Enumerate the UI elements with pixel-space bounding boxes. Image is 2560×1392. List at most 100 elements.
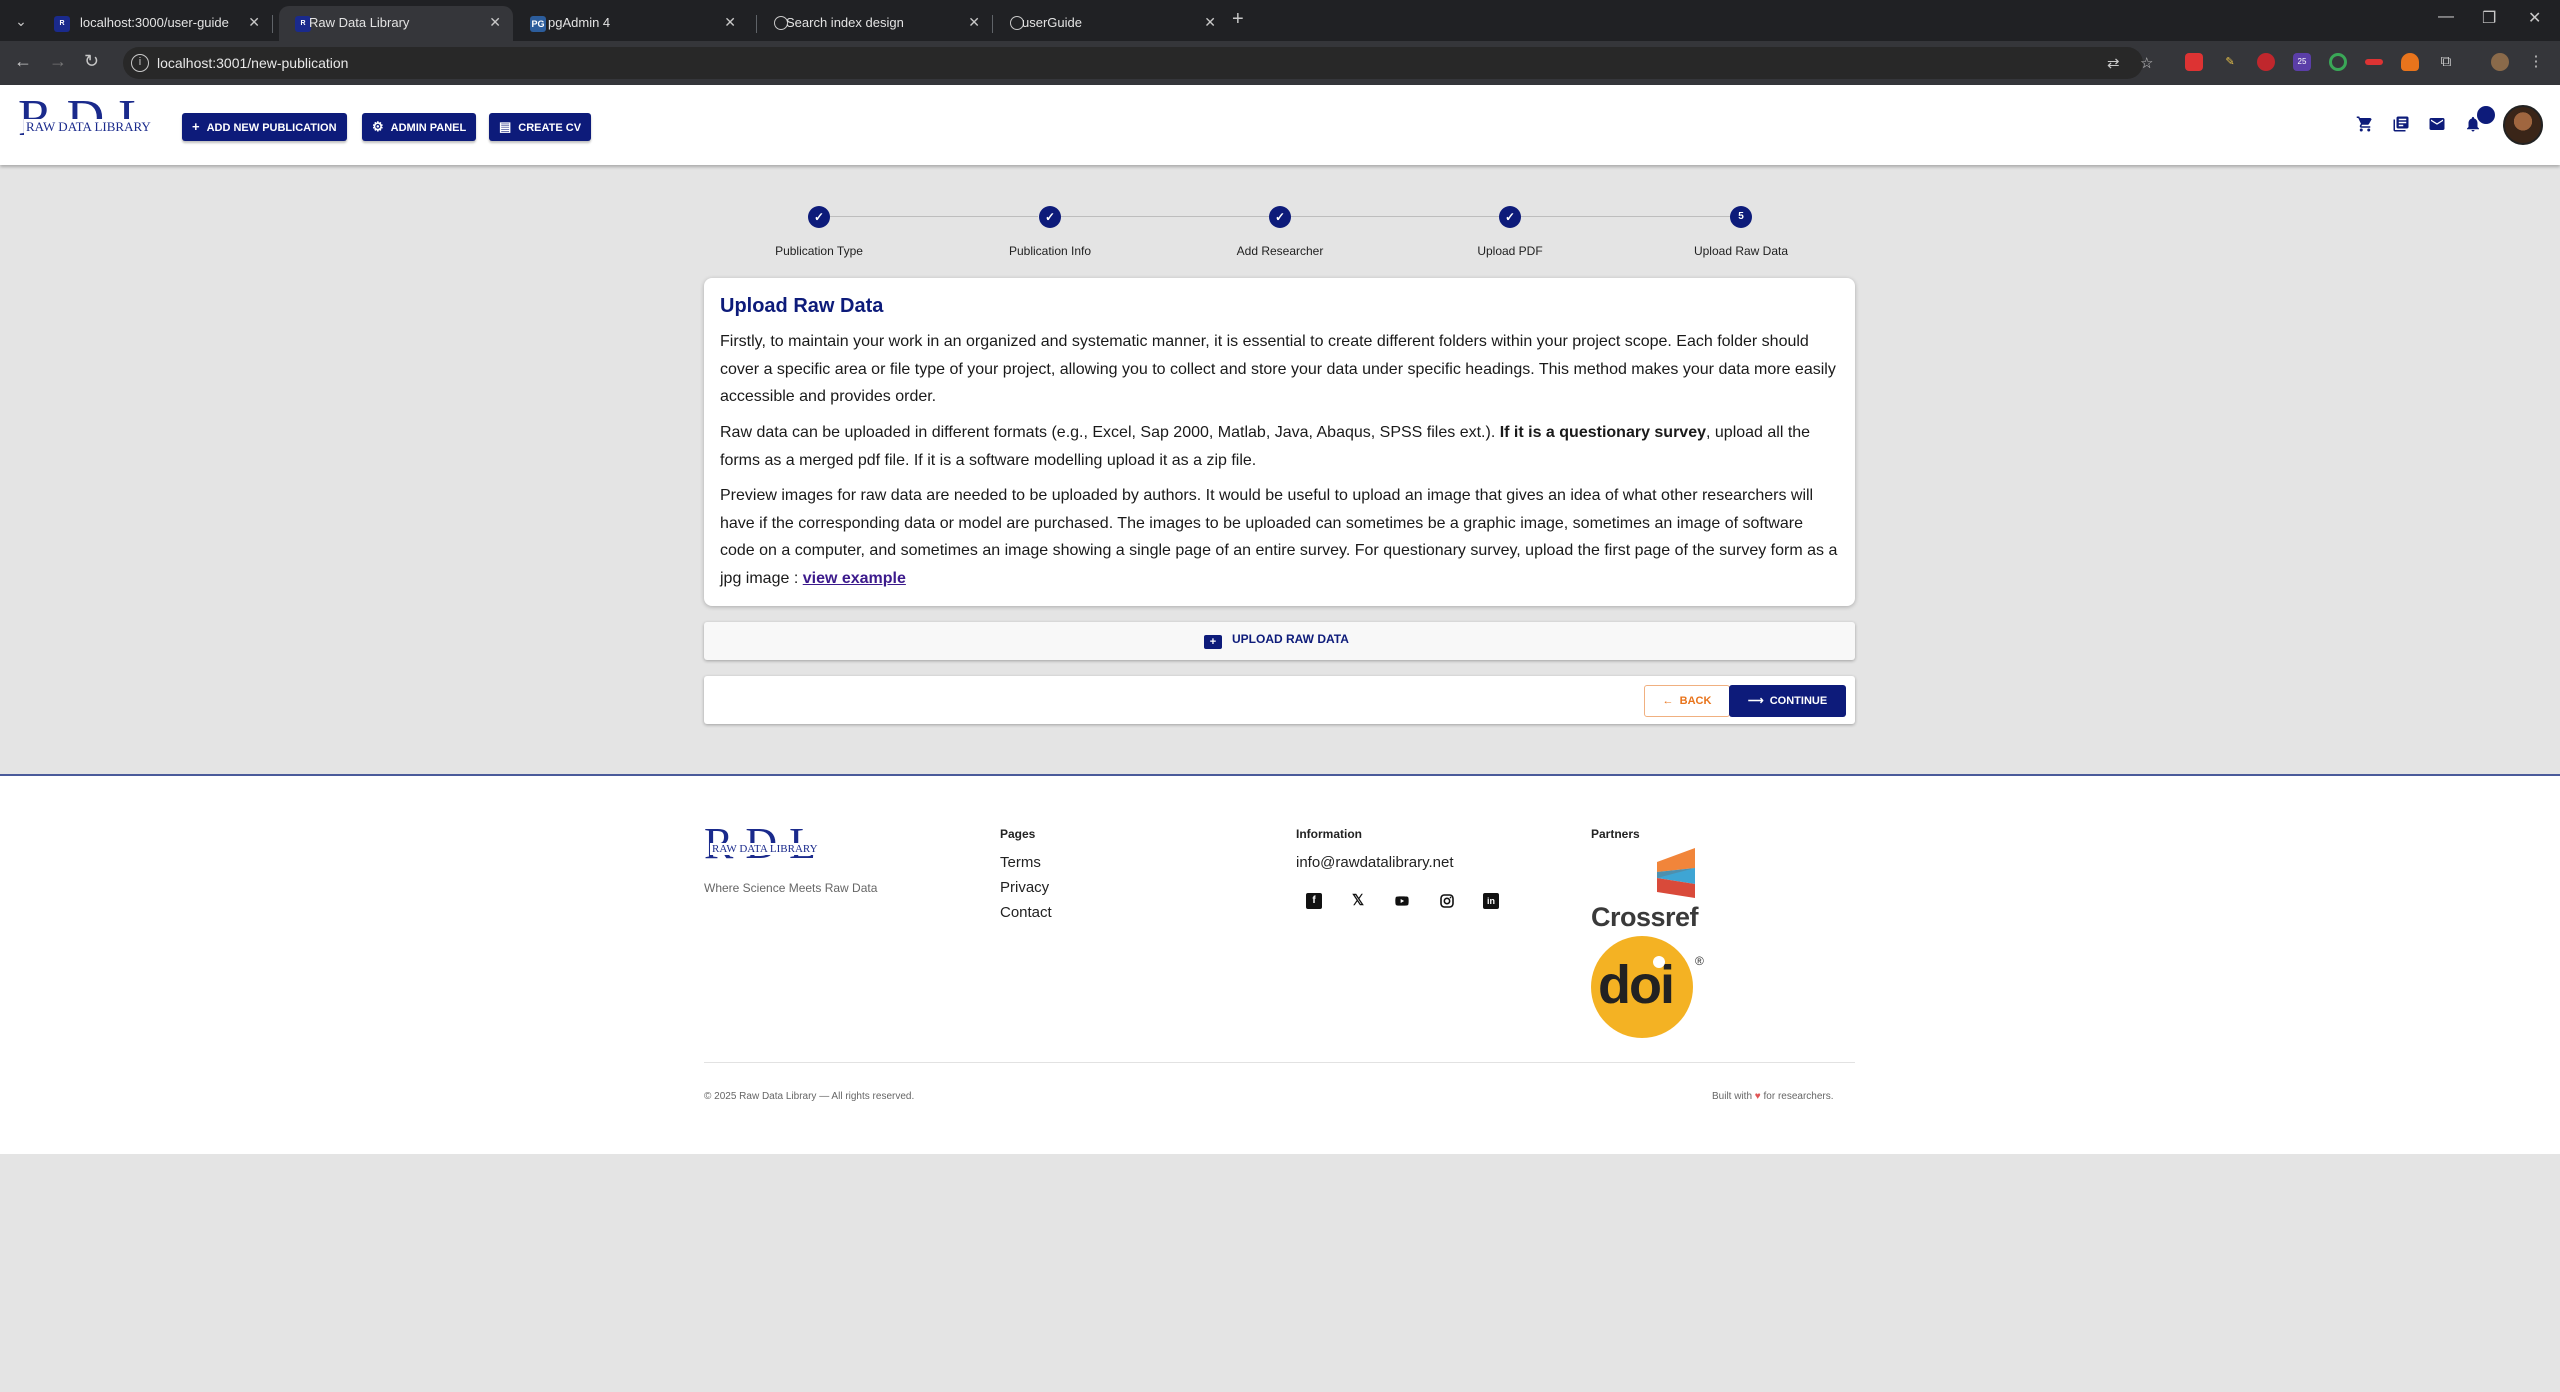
upload-raw-data-button[interactable]: + UPLOAD RAW DATA bbox=[704, 622, 1855, 660]
folder-upload-icon: + bbox=[1204, 635, 1222, 649]
tab-separator bbox=[756, 15, 757, 33]
linkedin-icon[interactable]: in bbox=[1483, 893, 1499, 909]
crossref-logo[interactable]: Crossref bbox=[1591, 848, 1715, 932]
extension-shield-icon[interactable] bbox=[2257, 53, 2275, 71]
built-with-suffix: for researchers. bbox=[1763, 1091, 1834, 1102]
extension-ring-icon[interactable] bbox=[2329, 53, 2347, 71]
user-avatar[interactable] bbox=[2503, 105, 2543, 145]
built-with-text: Built with ♥ for researchers. bbox=[1712, 1091, 1834, 1102]
close-tab-icon[interactable]: ✕ bbox=[248, 14, 260, 31]
browser-tab[interactable]: userGuide ✕ bbox=[994, 6, 1228, 41]
profile-avatar-icon[interactable] bbox=[2491, 53, 2509, 71]
step-check-icon: ✓ bbox=[1499, 206, 1521, 228]
instruction-paragraph-preview: Preview images for raw data are needed t… bbox=[720, 482, 1840, 592]
minimize-icon[interactable]: — bbox=[2438, 8, 2454, 26]
forward-arrow-icon[interactable]: → bbox=[49, 51, 67, 72]
footer-link-contact[interactable]: Contact bbox=[1000, 904, 1052, 921]
extension-badge-icon[interactable]: 25 bbox=[2293, 53, 2311, 71]
registered-mark-icon: ® bbox=[1695, 954, 1704, 968]
paragraph-bold-text: If it is a questionary survey bbox=[1499, 424, 1706, 441]
tab-separator bbox=[272, 15, 273, 33]
browser-menu-icon[interactable]: ⋮ bbox=[2527, 53, 2545, 71]
logo-text: RAW DATA LIBRARY bbox=[24, 119, 153, 135]
tab-title: pgAdmin 4 bbox=[548, 15, 611, 30]
close-tab-icon[interactable]: ✕ bbox=[1204, 14, 1216, 31]
admin-gear-icon: ⚙ bbox=[372, 119, 384, 134]
footer-logo[interactable]: RDL RAW DATA LIBRARY bbox=[704, 822, 834, 870]
doi-logo[interactable]: doi ® bbox=[1591, 936, 1704, 1038]
notification-badge bbox=[2477, 106, 2495, 124]
button-label: CONTINUE bbox=[1769, 695, 1828, 707]
plus-icon: + bbox=[192, 119, 200, 134]
step-label: Add Researcher bbox=[1236, 244, 1324, 258]
step-label: Upload PDF bbox=[1477, 244, 1543, 258]
arrow-right-icon: ⟶ bbox=[1747, 695, 1764, 707]
crossref-wordmark: Crossref bbox=[1591, 902, 1699, 932]
tab-title: userGuide bbox=[1022, 15, 1082, 30]
close-window-icon[interactable]: ✕ bbox=[2528, 8, 2541, 28]
cv-card-icon: ▤ bbox=[499, 119, 512, 134]
footer-link-privacy[interactable]: Privacy bbox=[1000, 879, 1049, 896]
browser-tab-active[interactable]: R Raw Data Library ✕ bbox=[279, 6, 513, 41]
built-with-prefix: Built with bbox=[1712, 1091, 1753, 1102]
browser-tab[interactable]: R localhost:3000/user-guide ✕ bbox=[38, 6, 272, 41]
extensions-puzzle-icon[interactable]: ⧉ bbox=[2437, 53, 2455, 71]
reload-icon[interactable]: ↻ bbox=[84, 51, 99, 72]
back-button[interactable]: ← BACK bbox=[1644, 685, 1730, 717]
upload-instructions-card: Upload Raw Data Firstly, to maintain you… bbox=[704, 278, 1855, 606]
restore-icon[interactable]: ❐ bbox=[2482, 8, 2496, 28]
information-heading: Information bbox=[1296, 827, 1362, 841]
browser-tab[interactable]: Search index design ✕ bbox=[758, 6, 992, 41]
extension-icon[interactable] bbox=[2185, 53, 2203, 71]
close-tab-icon[interactable]: ✕ bbox=[968, 14, 980, 31]
bookmark-star-icon[interactable]: ☆ bbox=[2140, 54, 2153, 72]
copyright-text: © 2025 Raw Data Library — All rights res… bbox=[704, 1091, 915, 1102]
library-icon[interactable] bbox=[2392, 115, 2410, 138]
url-field[interactable]: i localhost:3001/new-publication ⇄ ☆ bbox=[123, 47, 2153, 79]
tab-search-chevron-icon[interactable]: ⌄ bbox=[10, 10, 32, 32]
browser-tab[interactable]: PG pgAdmin 4 ✕ bbox=[514, 6, 748, 41]
close-tab-icon[interactable]: ✕ bbox=[724, 14, 736, 31]
footer-email[interactable]: info@rawdatalibrary.net bbox=[1296, 854, 1454, 871]
extension-pen-icon[interactable]: ✎ bbox=[2221, 53, 2239, 71]
step-label: Publication Type bbox=[775, 244, 863, 258]
paragraph-text: Raw data can be uploaded in different fo… bbox=[720, 424, 1500, 441]
add-new-publication-button[interactable]: + ADD NEW PUBLICATION bbox=[182, 113, 347, 141]
continue-button[interactable]: ⟶ CONTINUE bbox=[1729, 685, 1846, 717]
tab-title: Raw Data Library bbox=[309, 15, 410, 30]
step-number: 5 bbox=[1730, 206, 1752, 228]
instagram-icon[interactable] bbox=[1439, 893, 1455, 909]
heart-icon: ♥ bbox=[1754, 1091, 1761, 1102]
instruction-paragraph-formats: Raw data can be uploaded in different fo… bbox=[720, 419, 1840, 474]
footer-divider bbox=[704, 1062, 1855, 1063]
rdl-logo[interactable]: RDL RAW DATA LIBRARY bbox=[18, 93, 168, 151]
step-check-icon: ✓ bbox=[1039, 206, 1061, 228]
create-cv-button[interactable]: ▤ CREATE CV bbox=[489, 113, 592, 141]
browser-tab-strip: ⌄ R localhost:3000/user-guide ✕ R Raw Da… bbox=[0, 0, 2560, 41]
tab-separator bbox=[992, 15, 993, 33]
footer-link-terms[interactable]: Terms bbox=[1000, 854, 1041, 871]
site-info-icon[interactable]: i bbox=[131, 54, 149, 72]
pgadmin-favicon-icon: PG bbox=[530, 16, 546, 32]
admin-panel-button[interactable]: ⚙ ADMIN PANEL bbox=[362, 113, 477, 141]
arrow-left-icon: ← bbox=[1662, 695, 1674, 707]
back-arrow-icon[interactable]: ← bbox=[14, 51, 32, 72]
instruction-paragraph-folders: Firstly, to maintain your work in an org… bbox=[720, 328, 1840, 411]
new-tab-icon[interactable]: + bbox=[1232, 8, 1244, 31]
tab-title: localhost:3000/user-guide bbox=[80, 15, 229, 30]
extension-flame-icon[interactable] bbox=[2401, 53, 2419, 71]
step-connector bbox=[1521, 216, 1730, 217]
youtube-icon[interactable] bbox=[1394, 893, 1410, 909]
translate-icon[interactable]: ⇄ bbox=[2107, 54, 2120, 72]
facebook-icon[interactable]: f bbox=[1306, 893, 1322, 909]
cart-icon[interactable] bbox=[2356, 115, 2374, 138]
x-twitter-icon[interactable]: 𝕏 bbox=[1350, 893, 1366, 909]
extension-minus-icon[interactable] bbox=[2365, 59, 2383, 65]
step-check-icon: ✓ bbox=[808, 206, 830, 228]
mail-icon[interactable] bbox=[2428, 115, 2446, 138]
button-label: ADD NEW PUBLICATION bbox=[206, 122, 337, 134]
view-example-link[interactable]: view example bbox=[803, 570, 906, 587]
rdl-favicon-icon: R bbox=[54, 16, 70, 32]
close-tab-icon[interactable]: ✕ bbox=[489, 14, 501, 31]
address-bar-row: ← → ↻ i localhost:3001/new-publication ⇄… bbox=[0, 41, 2560, 85]
